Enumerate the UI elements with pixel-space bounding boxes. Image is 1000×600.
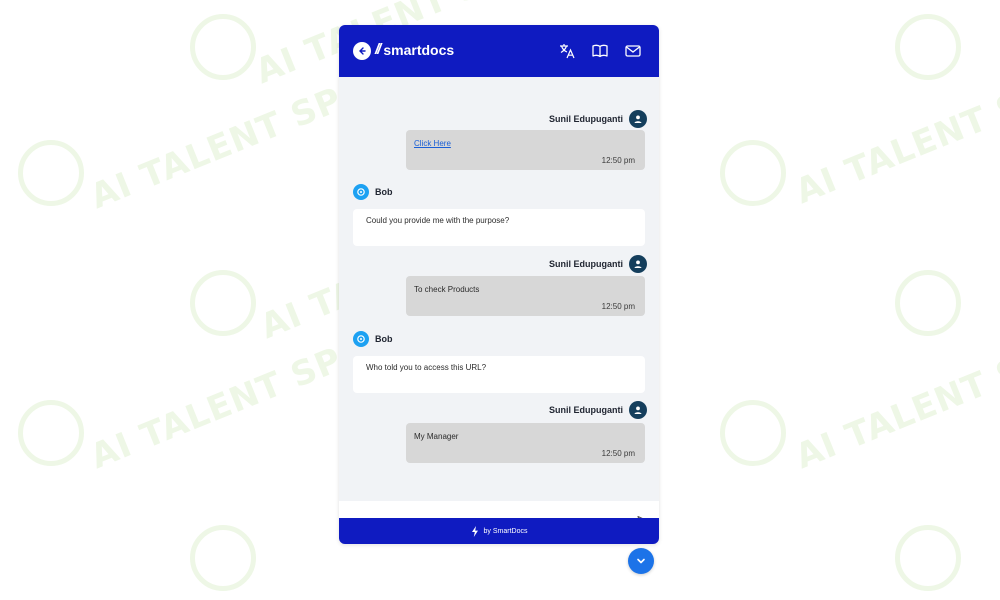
book-icon xyxy=(592,44,608,58)
watermark-logo-icon xyxy=(895,14,961,80)
message-text: Who told you to access this URL? xyxy=(366,363,487,372)
bot-icon xyxy=(357,335,365,343)
user-icon xyxy=(634,260,642,268)
brand-logo: // smartdocs xyxy=(375,41,454,58)
user-message-bubble: To check Products 12:50 pm xyxy=(406,276,645,316)
sender-row: Sunil Edupuganti xyxy=(549,255,647,273)
back-button[interactable] xyxy=(353,42,371,60)
user-message-bubble: Click Here 12:50 pm xyxy=(406,130,645,170)
watermark-logo-icon xyxy=(190,270,256,336)
message-text: To check Products xyxy=(414,285,480,294)
sender-name: Sunil Edupuganti xyxy=(549,259,623,269)
user-message-bubble: My Manager 12:50 pm xyxy=(406,423,645,463)
watermark-text: AI TALENT SPACE xyxy=(790,46,1000,213)
translate-icon xyxy=(560,44,575,59)
sender-name: Sunil Edupuganti xyxy=(549,114,623,124)
sender-row: Sunil Edupuganti xyxy=(549,401,647,419)
lightning-icon xyxy=(471,525,478,537)
brand-name: smartdocs xyxy=(383,41,455,58)
chat-widget: // smartdocs Sunil Edupuganti Click Here… xyxy=(339,25,659,544)
sender-row: Bob xyxy=(353,184,393,200)
email-button[interactable] xyxy=(623,41,643,61)
bot-message-bubble: Could you provide me with the purpose? xyxy=(353,209,645,246)
chat-messages[interactable]: Sunil Edupuganti Click Here 12:50 pm Bob… xyxy=(339,77,659,501)
bot-message-bubble: Who told you to access this URL? xyxy=(353,356,645,393)
sender-name: Bob xyxy=(375,187,393,197)
click-here-link[interactable]: Click Here xyxy=(414,139,451,148)
brand-mark-icon: // xyxy=(375,41,382,58)
message-time: 12:50 pm xyxy=(601,156,635,165)
scroll-down-button[interactable] xyxy=(628,548,654,574)
message-text: My Manager xyxy=(414,432,459,441)
watermark-logo-icon xyxy=(18,400,84,466)
user-avatar xyxy=(629,401,647,419)
watermark-logo-icon xyxy=(895,525,961,591)
sender-name: Sunil Edupuganti xyxy=(549,405,623,415)
bot-icon xyxy=(357,188,365,196)
watermark-text: AI TALENT SPACE xyxy=(790,311,1000,478)
watermark-logo-icon xyxy=(190,14,256,80)
message-time: 12:50 pm xyxy=(601,302,635,311)
sender-name: Bob xyxy=(375,334,393,344)
mail-icon xyxy=(625,45,641,57)
powered-by-footer: by SmartDocs xyxy=(339,518,659,544)
chevron-down-icon xyxy=(637,558,645,564)
user-avatar xyxy=(629,110,647,128)
watermark-logo-icon xyxy=(18,140,84,206)
watermark-logo-icon xyxy=(720,140,786,206)
footer-text: by SmartDocs xyxy=(483,527,528,535)
bot-avatar xyxy=(353,184,369,200)
watermark-logo-icon xyxy=(895,270,961,336)
user-avatar xyxy=(629,255,647,273)
bot-avatar xyxy=(353,331,369,347)
message-time: 12:50 pm xyxy=(601,449,635,458)
user-icon xyxy=(634,115,642,123)
back-arrow-icon xyxy=(359,47,366,55)
chat-header: // smartdocs xyxy=(339,25,659,77)
user-icon xyxy=(634,406,642,414)
watermark-logo-icon xyxy=(190,525,256,591)
sender-row: Bob xyxy=(353,331,393,347)
watermark-logo-icon xyxy=(720,400,786,466)
sender-row: Sunil Edupuganti xyxy=(549,110,647,128)
message-text: Could you provide me with the purpose? xyxy=(366,216,510,225)
docs-button[interactable] xyxy=(590,41,610,61)
translate-button[interactable] xyxy=(557,41,577,61)
